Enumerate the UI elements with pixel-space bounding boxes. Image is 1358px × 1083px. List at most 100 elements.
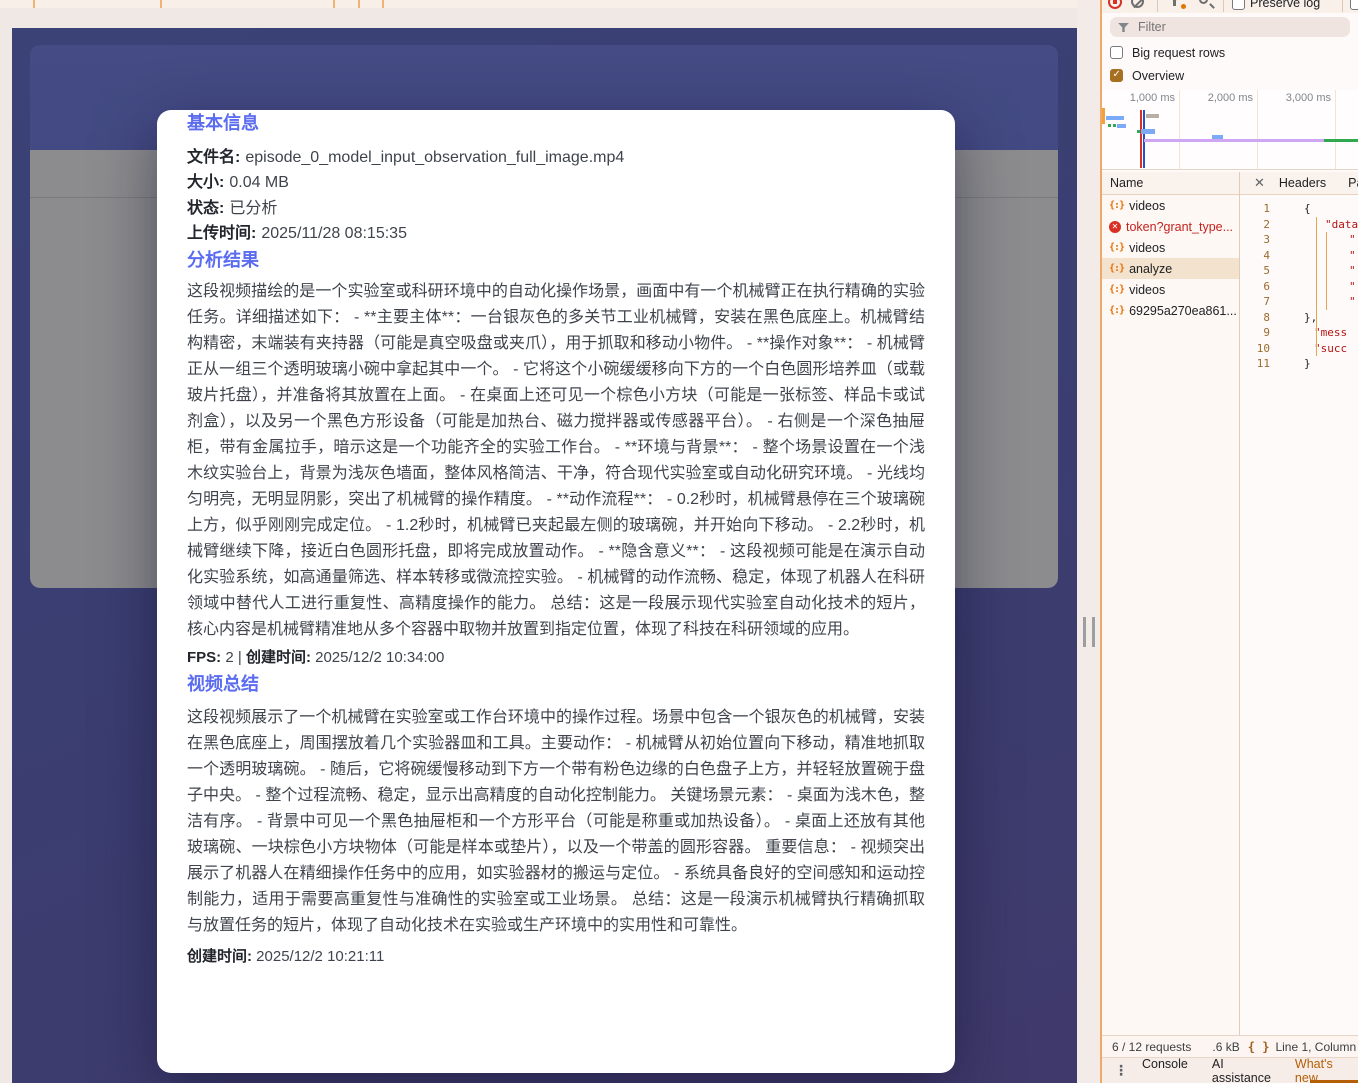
code-line: 10"succ [1240, 341, 1358, 357]
tab-payload[interactable]: Payload [1348, 176, 1358, 190]
json-icon: {:} [1109, 242, 1124, 253]
code-line: 2 "data [1240, 217, 1358, 233]
code-text: } [1304, 356, 1311, 372]
tab-separator [333, 0, 335, 8]
filter-input[interactable] [1136, 19, 1316, 35]
analysis-meta-line: FPS: 2 | 创建时间: 2025/12/2 10:34:00 [187, 645, 925, 671]
section-title-analysis: 分析结果 [187, 247, 925, 273]
request-row[interactable]: ✕token?grant_type... [1102, 216, 1239, 237]
disable-cache-checkbox[interactable] [1350, 0, 1358, 10]
summary-created-value: 2025/12/2 10:21:11 [252, 948, 384, 965]
tab-separator [33, 0, 35, 8]
code-text: " [1304, 279, 1356, 295]
analysis-created-value: 2025/12/2 10:34:00 [311, 649, 444, 666]
section-title-summary: 视频总结 [187, 671, 925, 697]
overview-label: Overview [1132, 69, 1184, 83]
requests-count: 6 / 12 requests [1112, 1040, 1191, 1054]
tick-label: 2,000 ms [1208, 92, 1253, 104]
network-toolbar: Preserve log [1102, 0, 1358, 13]
toolbar-separator [1157, 0, 1158, 12]
code-line: 6" [1240, 279, 1358, 295]
json-icon: {:} [1109, 200, 1124, 211]
request-name: videos [1129, 241, 1165, 255]
request-row[interactable]: {:} 69295a270ea861... [1102, 300, 1239, 321]
line-number: 6 [1240, 279, 1270, 295]
clear-network-log-icon[interactable] [1131, 0, 1144, 8]
gridline-2000ms [1257, 90, 1258, 169]
overview-bar [1108, 124, 1111, 127]
request-name: token?grant_type... [1126, 220, 1233, 234]
overview-bar [1117, 124, 1126, 129]
request-detail-pane: ✕ Headers Payload 1{2"data3"4"5"6"7"8},9… [1240, 172, 1358, 1035]
drawer-tab-ai-assistance[interactable]: AI assistance [1212, 1057, 1271, 1083]
code-line: 1{ [1240, 201, 1358, 217]
filter-row [1102, 13, 1358, 41]
meta-separator: | [238, 649, 246, 666]
response-json-viewer[interactable]: 1{2"data3"4"5"6"7"8},9"mess10"succ11} [1240, 195, 1358, 372]
field-label: 上传时间: [187, 225, 256, 242]
funnel-icon [1118, 23, 1129, 32]
field-value: 2025/11/28 08:15:35 [261, 225, 407, 242]
request-name: videos [1129, 199, 1165, 213]
json-icon: {:} [1109, 263, 1124, 274]
overview-bar [1141, 129, 1155, 134]
code-text: { [1304, 201, 1311, 217]
overview-checkbox[interactable] [1110, 69, 1123, 82]
name-column-header[interactable]: Name [1102, 172, 1239, 195]
tick-label: 3,000 ms [1286, 92, 1331, 104]
filter-icon[interactable] [1168, 0, 1186, 9]
big-request-rows-option[interactable]: Big request rows [1102, 41, 1358, 64]
code-text: " [1304, 248, 1356, 264]
tab-headers[interactable]: Headers [1279, 176, 1326, 190]
drawer-tab-bar: ⋮ ConsoleAI assistanceWhat's new [1102, 1057, 1358, 1083]
cursor-position: Line 1, Column 1 [1275, 1040, 1358, 1054]
overview-marker-red [1140, 110, 1142, 168]
summary-body-text: 这段视频展示了一个机械臂在实验室或工作台环境中的操作过程。场景中包含一个银灰色的… [187, 705, 925, 939]
braces-format-icon[interactable]: { } [1248, 1040, 1270, 1054]
section-title-basic-info: 基本信息 [187, 110, 925, 136]
kebab-menu-icon[interactable]: ⋮ [1114, 1062, 1128, 1079]
request-row[interactable]: {:} videos [1102, 237, 1239, 258]
code-text: "data [1304, 217, 1358, 233]
request-name: analyze [1129, 262, 1172, 276]
big-request-rows-checkbox[interactable] [1110, 46, 1123, 59]
code-text: " [1304, 294, 1356, 310]
info-field: 上传时间: 2025/11/28 08:15:35 [187, 221, 925, 246]
overview-bar-long-purple [1144, 139, 1324, 143]
overview-bar-green [1324, 139, 1358, 143]
tab-separator [160, 0, 162, 8]
code-text: "mess [1304, 325, 1347, 341]
overview-option[interactable]: Overview [1102, 64, 1358, 87]
fps-value: 2 [221, 649, 238, 666]
record-network-log-icon[interactable] [1108, 0, 1122, 9]
close-icon[interactable]: ✕ [1254, 175, 1265, 191]
code-line: 11} [1240, 356, 1358, 372]
network-filter-field[interactable] [1110, 17, 1350, 37]
json-icon: {:} [1109, 305, 1124, 316]
analysis-created-label: 创建时间: [246, 649, 311, 666]
network-main-split: Name {:}videos✕token?grant_type...{:}vid… [1102, 172, 1358, 1035]
request-rows: {:} videos ✕token?grant_type... {:} videos {:… [1102, 195, 1239, 321]
request-row[interactable]: {:} videos [1102, 195, 1239, 216]
line-number: 7 [1240, 294, 1270, 310]
overview-bar [1146, 114, 1159, 118]
tick-label: 1,000 ms [1130, 92, 1175, 104]
request-name: 69295a270ea861... [1129, 304, 1237, 318]
basic-info-fields: 文件名:episode_0_model_input_observation_fu… [187, 145, 925, 247]
info-field: 大小:0.04 MB [187, 170, 925, 195]
line-number: 2 [1240, 217, 1270, 233]
info-field: 状态:已分析 [187, 196, 925, 221]
request-row[interactable]: {:} analyze [1102, 258, 1239, 279]
devtools-resize-handle[interactable] [1083, 617, 1095, 647]
analysis-body-text: 这段视频描绘的是一个实验室或科研环境中的自动化操作场景，画面中有一个机械臂正在执… [187, 279, 925, 643]
field-label: 文件名: [187, 149, 240, 166]
filter-active-dot [1181, 4, 1186, 9]
overview-bar [1137, 130, 1140, 133]
network-overview-timeline[interactable]: 1,000 ms 2,000 ms 3,000 ms [1102, 90, 1358, 170]
drawer-tab-console[interactable]: Console [1142, 1057, 1188, 1083]
request-row[interactable]: {:}videos [1102, 279, 1239, 300]
search-icon[interactable] [1199, 0, 1208, 4]
code-line: 8}, [1240, 310, 1358, 326]
preserve-log-checkbox[interactable] [1232, 0, 1245, 10]
line-number: 3 [1240, 232, 1270, 248]
